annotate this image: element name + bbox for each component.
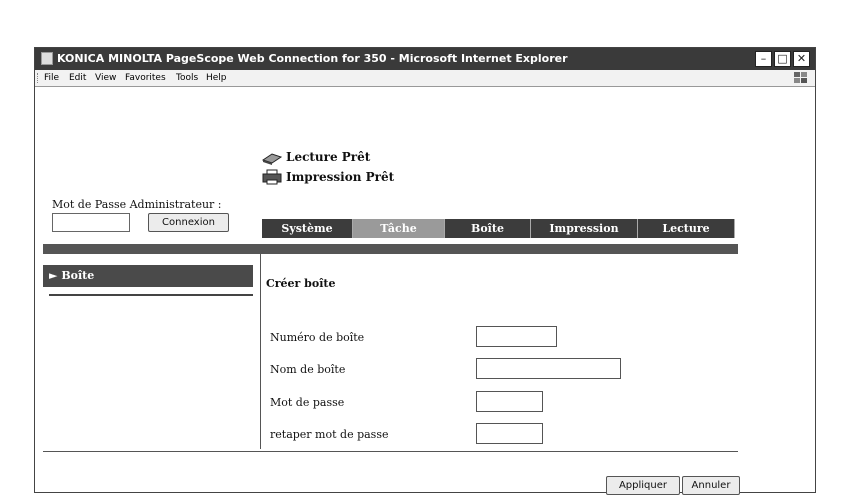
close-button[interactable]: ✕: [793, 51, 810, 67]
tab-impression[interactable]: Impression: [531, 219, 638, 238]
menu-tools[interactable]: Tools: [176, 73, 198, 83]
ie-app-icon: [41, 52, 53, 65]
admin-password-label: Mot de Passe Administrateur :: [52, 198, 222, 211]
page-content: Lecture Prêt Impression Prêt Mot de Pass…: [35, 87, 815, 495]
scan-status: Lecture Prêt: [286, 150, 371, 164]
box-name-input[interactable]: [476, 358, 621, 379]
scanner-icon: [261, 153, 283, 165]
menu-favorites[interactable]: Favorites: [125, 73, 166, 83]
browser-window: KONICA MINOLTA PageScope Web Connection …: [34, 47, 816, 495]
admin-password-input[interactable]: [52, 213, 130, 232]
sidebar-rule: [49, 294, 253, 296]
sidebar-divider: [260, 254, 261, 449]
tab-systeme[interactable]: Système: [262, 219, 353, 238]
sidebar-item-boite[interactable]: ► Boîte: [43, 265, 253, 287]
password-label: Mot de passe: [270, 396, 345, 409]
maximize-button[interactable]: □: [774, 51, 791, 67]
tab-tache[interactable]: Tâche: [353, 219, 445, 238]
box-name-label: Nom de boîte: [270, 363, 346, 376]
box-number-label: Numéro de boîte: [270, 331, 365, 344]
window-title: KONICA MINOLTA PageScope Web Connection …: [57, 52, 568, 65]
minimize-button[interactable]: –: [755, 51, 772, 67]
password-input[interactable]: [476, 391, 543, 412]
tab-boite[interactable]: Boîte: [445, 219, 531, 238]
title-bar: KONICA MINOLTA PageScope Web Connection …: [35, 48, 815, 70]
toolbar-grip: [37, 73, 39, 83]
retype-password-input[interactable]: [476, 423, 543, 444]
form-bottom-rule: [43, 451, 738, 452]
print-status: Impression Prêt: [286, 170, 395, 184]
box-number-input[interactable]: [476, 326, 557, 347]
login-button[interactable]: Connexion: [148, 213, 229, 232]
menu-view[interactable]: View: [95, 73, 116, 83]
menu-edit[interactable]: Edit: [69, 73, 86, 83]
form-title: Créer boîte: [266, 277, 336, 290]
cancel-button[interactable]: Annuler: [682, 476, 740, 495]
triangle-right-icon: ►: [49, 269, 58, 282]
menu-bar: File Edit View Favorites Tools Help: [35, 70, 815, 87]
menu-help[interactable]: Help: [206, 73, 227, 83]
header-divider: [43, 244, 738, 254]
printer-icon: [262, 169, 282, 185]
retype-password-label: retaper mot de passe: [270, 428, 389, 441]
windows-logo-icon: [794, 72, 807, 83]
sidebar-item-label: Boîte: [61, 269, 95, 282]
menu-file[interactable]: File: [44, 73, 59, 83]
apply-button[interactable]: Appliquer: [606, 476, 680, 495]
tab-lecture[interactable]: Lecture: [638, 219, 735, 238]
